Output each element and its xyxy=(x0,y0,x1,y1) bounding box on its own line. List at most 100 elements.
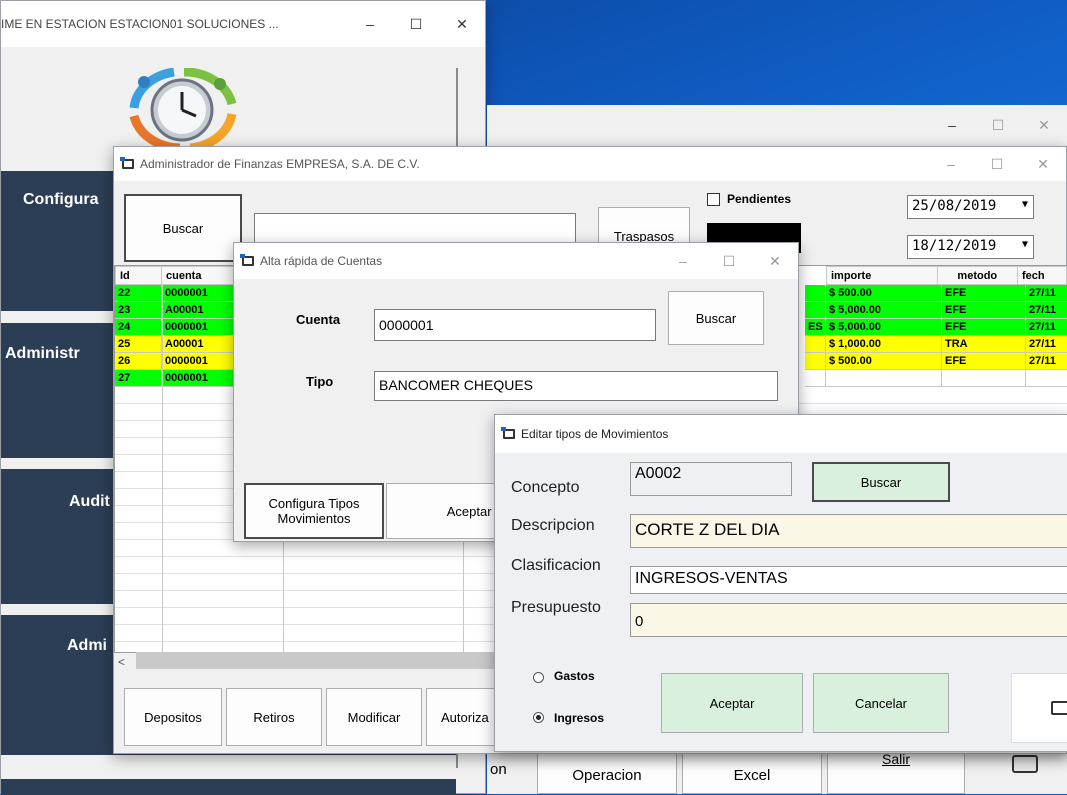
app-icon xyxy=(120,157,134,169)
finanzas-titlebar: Administrador de Finanzas EMPRESA, S.A. … xyxy=(114,147,1066,181)
clasificacion-label: Clasificacion xyxy=(511,557,601,574)
menu-administracion-label: Administr xyxy=(5,345,80,362)
menu-administrador-label: Admi xyxy=(67,637,107,654)
finanzas-close-icon[interactable]: ✕ xyxy=(1020,149,1066,179)
buscar-button-label: Buscar xyxy=(162,220,204,236)
presupuesto-label: Presupuesto xyxy=(511,599,601,616)
alta-title: Alta rápida de Cuentas xyxy=(260,254,383,268)
cell-fecha: 27/11 xyxy=(1026,319,1067,336)
finanzas-minimize-icon[interactable]: – xyxy=(928,149,974,179)
editar-titlebar: Editar tipos de Movimientos xyxy=(495,415,1067,453)
tipo-input[interactable]: BANCOMER CHEQUES xyxy=(374,371,778,401)
editar-buscar-label: Buscar xyxy=(860,474,902,490)
editar-movimientos-window: Editar tipos de Movimientos Concepto A00… xyxy=(494,414,1067,752)
cell-importe: $ 500.00 xyxy=(826,353,942,370)
cell-importe xyxy=(826,370,942,387)
cell-id: 26 xyxy=(115,353,162,370)
modificar-button-label: Modificar xyxy=(347,709,401,725)
date-from-picker[interactable]: 25/08/2019 ▼ xyxy=(907,195,1034,219)
cell-frag xyxy=(805,370,826,387)
col-id-header[interactable]: Id xyxy=(115,266,162,285)
cell-frag xyxy=(805,353,826,370)
col-importe-header[interactable]: importe xyxy=(826,266,938,285)
finanzas-title: Administrador de Finanzas EMPRESA, S.A. … xyxy=(140,157,420,171)
operacion-button-label: Operacion xyxy=(572,766,642,784)
date-from-value: 25/08/2019 xyxy=(912,198,997,214)
col-fecha-header[interactable]: fech xyxy=(1016,266,1067,285)
secondary-close-icon[interactable]: ✕ xyxy=(1021,110,1067,140)
keyboard-icon[interactable] xyxy=(1012,755,1038,773)
pendientes-label: Pendientes xyxy=(727,192,792,206)
cell-frag xyxy=(805,285,826,302)
cell-fecha: 27/11 xyxy=(1026,302,1067,319)
cell-frag xyxy=(805,302,826,319)
depositos-button[interactable]: Depositos xyxy=(124,688,222,746)
grid-table-right: importe metodo fech xyxy=(826,266,1067,285)
cell-id: 24 xyxy=(115,319,162,336)
cuenta-input[interactable]: 0000001 xyxy=(374,309,656,341)
gastos-radio[interactable] xyxy=(533,672,544,683)
cell-metodo: EFE xyxy=(942,353,1026,370)
menu-auditoria-label: Audit xyxy=(69,493,110,510)
alta-maximize-icon[interactable]: ☐ xyxy=(706,246,752,276)
app-icon xyxy=(240,254,254,266)
maximize-icon[interactable]: ☐ xyxy=(393,9,439,39)
buscar-button[interactable]: Buscar xyxy=(124,194,242,262)
alta-close-icon[interactable]: ✕ xyxy=(752,246,798,276)
retiros-button[interactable]: Retiros xyxy=(226,688,322,746)
cell-importe: $ 5,000.00 xyxy=(826,302,942,319)
partial-button-label: on xyxy=(490,761,507,778)
secondary-maximize-icon[interactable]: ☐ xyxy=(975,110,1021,140)
app-icon xyxy=(501,427,515,439)
configura-tipos-button[interactable]: Configura Tipos Movimientos xyxy=(244,483,384,539)
gastos-label: Gastos xyxy=(554,669,595,683)
col-metodo-header[interactable]: metodo xyxy=(936,266,1018,285)
cell-metodo xyxy=(942,370,1026,387)
pendientes-checkbox[interactable] xyxy=(707,193,720,206)
clock-logo xyxy=(124,67,240,153)
date-to-picker[interactable]: 18/12/2019 ▼ xyxy=(907,235,1034,259)
cuenta-label: Cuenta xyxy=(296,312,341,327)
cell-fecha: 27/11 xyxy=(1026,285,1067,302)
autoriza-button-label: Autoriza xyxy=(441,709,489,725)
configura-tipos-label-2: Movimientos xyxy=(277,511,351,526)
alta-buscar-button[interactable]: Buscar xyxy=(668,291,764,345)
excel-button-label: Excel xyxy=(733,766,771,784)
side-action-button[interactable] xyxy=(1011,673,1067,743)
cell-metodo: TRA xyxy=(942,336,1026,353)
cell-metodo: EFE xyxy=(942,319,1026,336)
cancelar-button[interactable]: Cancelar xyxy=(813,673,949,733)
cell-id: 27 xyxy=(115,370,162,387)
clasificacion-select[interactable]: INGRESOS-VENTAS xyxy=(630,566,1067,594)
scroll-left-arrow[interactable]: < xyxy=(118,655,125,669)
aceptar-button-label: Aceptar xyxy=(709,695,755,711)
cell-id: 25 xyxy=(115,336,162,353)
minimize-icon[interactable]: – xyxy=(347,9,393,39)
close-icon[interactable]: ✕ xyxy=(439,9,485,39)
keyboard-icon xyxy=(1051,701,1067,715)
editar-buscar-button[interactable]: Buscar xyxy=(812,462,950,502)
tipo-label: Tipo xyxy=(306,374,334,389)
chevron-down-icon[interactable]: ▼ xyxy=(1022,199,1028,210)
descripcion-label: Descripcion xyxy=(511,517,595,534)
concepto-input[interactable]: A0002 xyxy=(630,462,792,496)
cell-frag xyxy=(805,336,826,353)
main-app-title: IME EN ESTACION ESTACION01 SOLUCIONES ..… xyxy=(1,17,279,31)
finanzas-maximize-icon[interactable]: ☐ xyxy=(974,149,1020,179)
cell-importe: $ 5,000.00 xyxy=(826,319,942,336)
secondary-minimize-icon[interactable]: – xyxy=(929,110,975,140)
chevron-down-icon[interactable]: ▼ xyxy=(1022,239,1028,250)
aceptar-button[interactable]: Aceptar xyxy=(661,673,803,733)
ingresos-radio[interactable] xyxy=(533,712,544,723)
cell-fecha xyxy=(1026,370,1067,387)
alta-minimize-icon[interactable]: – xyxy=(660,246,706,276)
cell-id: 22 xyxy=(115,285,162,302)
modificar-button[interactable]: Modificar xyxy=(326,688,422,746)
main-app-titlebar: IME EN ESTACION ESTACION01 SOLUCIONES ..… xyxy=(1,1,485,47)
presupuesto-input[interactable]: 0 xyxy=(630,603,1067,637)
cancelar-button-label: Cancelar xyxy=(854,695,908,711)
depositos-button-label: Depositos xyxy=(144,709,202,725)
cell-importe: $ 500.00 xyxy=(826,285,942,302)
menu-bottom-strip xyxy=(1,779,456,795)
descripcion-input[interactable]: CORTE Z DEL DIA xyxy=(630,514,1067,548)
